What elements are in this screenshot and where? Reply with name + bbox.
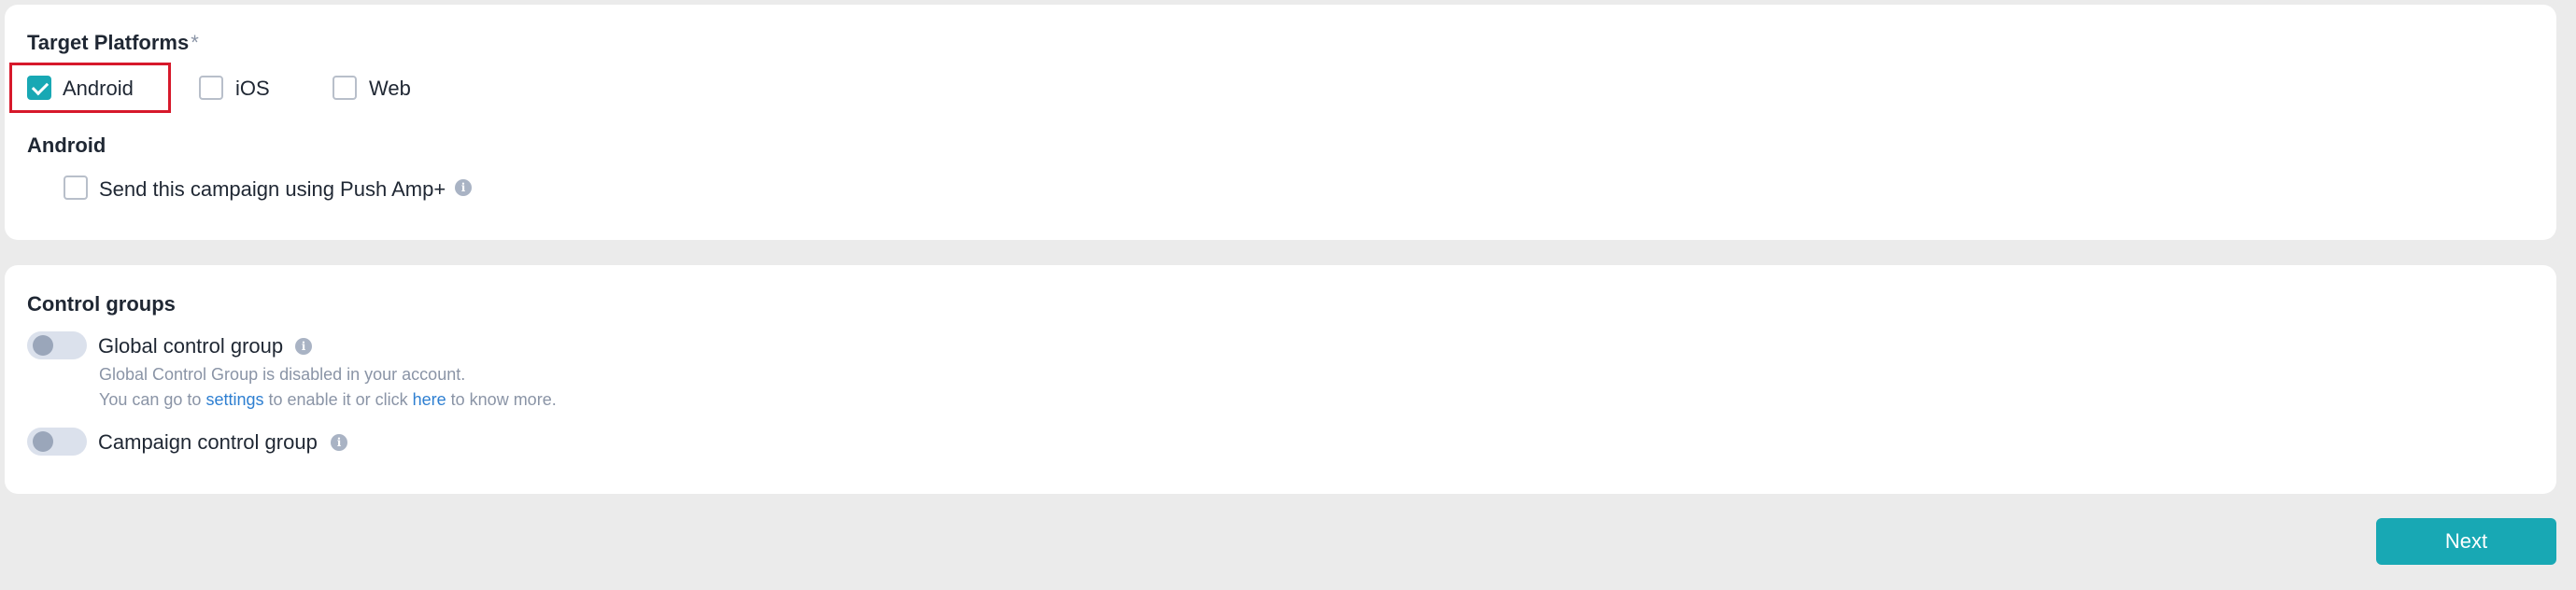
next-button[interactable]: Next <box>2376 518 2556 565</box>
push-amp-checkbox[interactable] <box>64 176 88 200</box>
push-amp-info-icon[interactable]: i <box>455 179 472 196</box>
target-platforms-title: Target Platforms* <box>27 31 199 54</box>
control-groups-title: Control groups <box>27 292 176 316</box>
global-control-help-line1: Global Control Group is disabled in your… <box>99 365 466 384</box>
web-checkbox[interactable] <box>333 76 357 100</box>
campaign-control-group-toggle[interactable] <box>27 428 87 456</box>
campaign-control-group-info-icon[interactable]: i <box>331 434 347 451</box>
global-control-help-line2: You can go to settings to enable it or c… <box>99 390 557 409</box>
push-amp-label[interactable]: Send this campaign using Push Amp+ <box>99 177 446 202</box>
android-checkbox-label[interactable]: Android <box>63 77 134 101</box>
ios-checkbox[interactable] <box>199 76 223 100</box>
campaign-control-group-label: Campaign control group <box>98 430 318 454</box>
target-platforms-card: Target Platforms* Android iOS Web Androi… <box>5 5 2556 240</box>
android-checkbox[interactable] <box>27 76 51 100</box>
here-link[interactable]: here <box>413 390 446 409</box>
control-groups-card: Control groups Global control group i Gl… <box>5 265 2556 494</box>
global-control-group-info-icon[interactable]: i <box>295 338 312 355</box>
global-control-group-toggle[interactable] <box>27 331 87 359</box>
ios-checkbox-label[interactable]: iOS <box>235 77 270 101</box>
global-control-group-label: Global control group <box>98 334 284 358</box>
settings-link[interactable]: settings <box>205 390 263 409</box>
android-section-title: Android <box>27 133 106 157</box>
web-checkbox-label[interactable]: Web <box>369 77 411 101</box>
